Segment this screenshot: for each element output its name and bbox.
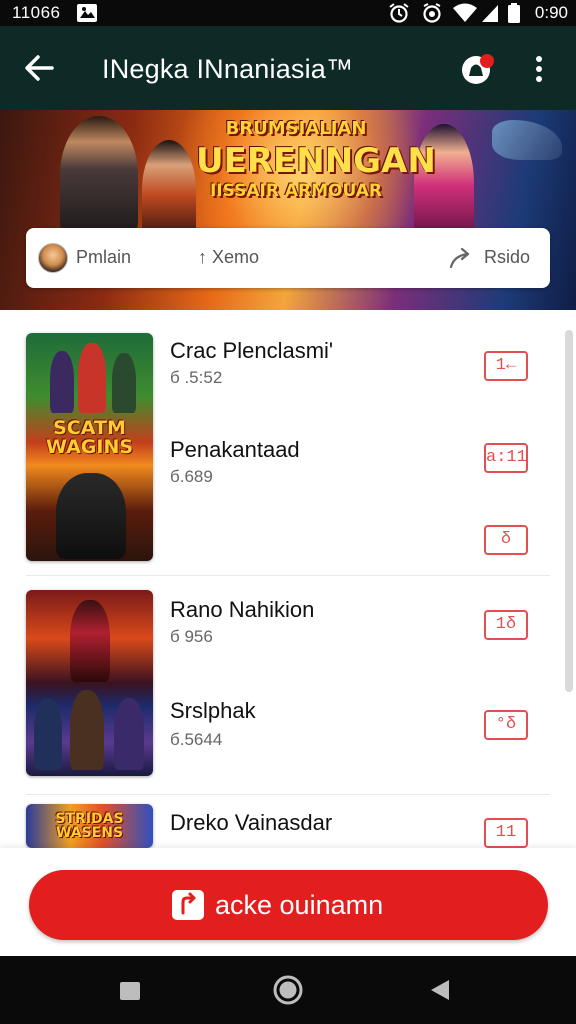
hero-ship [492, 120, 562, 160]
list-item-meta: б .5:52 [170, 368, 223, 387]
system-nav-bar [0, 956, 576, 1024]
list-item-title[interactable]: Penakantaad [170, 437, 300, 463]
scrollbar[interactable] [565, 330, 573, 692]
status-clock: 0:90 [534, 3, 568, 22]
list-item-meta: б.689 [170, 467, 213, 486]
signal-icon [480, 3, 500, 28]
launch-icon [170, 888, 206, 922]
more-vert-icon[interactable] [528, 52, 550, 86]
list-item-action-button[interactable]: δ [484, 525, 528, 555]
list-item-title[interactable]: Dreko Vainasdar [170, 810, 332, 836]
app-bar: INegka INnaniasia™ [0, 26, 576, 110]
hero-figure-1 [60, 116, 138, 234]
alarm-icon [388, 3, 410, 28]
banner-line-2: UERENNGAN [196, 141, 436, 181]
thumb-figure [78, 343, 106, 413]
notification-badge-icon[interactable] [459, 52, 497, 86]
game-thumbnail-2[interactable] [26, 590, 153, 776]
share-bar-label-1[interactable]: Pmlain [76, 247, 131, 268]
banner-line-1: BRUMSIALIAN [225, 118, 367, 139]
thumb-figure [112, 353, 136, 413]
list-item-action-button[interactable]: а:11 [484, 443, 528, 473]
thumb-figure [56, 473, 126, 559]
divider [26, 575, 550, 576]
share-bar-label-3[interactable]: Rsido [484, 247, 530, 268]
image-icon [76, 3, 98, 28]
recents-icon[interactable] [118, 974, 142, 1011]
share-bar-label-2[interactable]: ↑ Xemo [198, 247, 259, 268]
list-item-meta: б.5644 [170, 730, 223, 749]
thumb-figure [34, 698, 62, 770]
status-time: 11066 [12, 3, 61, 22]
back-triangle-icon[interactable] [428, 974, 452, 1011]
list-item-meta: б 956 [170, 627, 213, 646]
list-item-title[interactable]: Rano Nahikion [170, 597, 314, 623]
game-thumbnail-3[interactable]: STRIDAS WASENS [26, 804, 153, 848]
sync-icon [421, 3, 443, 28]
banner-line-3: IISSAIR ARMOUAR [209, 181, 382, 201]
share-arrow-icon[interactable] [448, 246, 474, 270]
list-item-action-button[interactable]: 1← [484, 351, 528, 381]
status-bar: 11066 0:90 [0, 0, 576, 26]
battery-icon [508, 3, 520, 28]
list-item-action-button[interactable]: °δ [484, 710, 528, 740]
list-item-action-button[interactable]: 1δ [484, 610, 528, 640]
wifi-icon [452, 3, 478, 28]
thumb-figure [114, 698, 144, 770]
list-item-title[interactable]: Srslphak [170, 698, 256, 724]
home-icon[interactable] [271, 974, 305, 1011]
avatar[interactable] [38, 243, 68, 273]
game-thumbnail-1[interactable]: SCATM WAGINS [26, 333, 153, 561]
thumbnail-title: STRIDAS WASENS [55, 811, 124, 841]
list-item-action-button[interactable]: 11 [484, 818, 528, 848]
primary-action-label: acke ouinamn [215, 890, 384, 920]
banner-headline: BRUMSIALIAN UERENNGAN IISSAIR ARMOUAR [196, 118, 436, 201]
divider [26, 794, 550, 795]
hero-figure-2 [142, 140, 196, 240]
primary-action-button[interactable]: acke ouinamn [29, 870, 548, 940]
list-item-title[interactable]: Crac Plenclasmi' [170, 338, 333, 364]
page-title: INegka INnaniasia™ [102, 54, 354, 84]
thumb-figure [50, 351, 74, 413]
share-bar: Pmlain ↑ Xemo Rsido [26, 228, 550, 288]
back-arrow-icon[interactable] [22, 52, 56, 84]
thumbnail-title: SCATM WAGINS [45, 417, 134, 458]
thumb-figure [70, 600, 110, 682]
thumb-figure [70, 690, 104, 770]
